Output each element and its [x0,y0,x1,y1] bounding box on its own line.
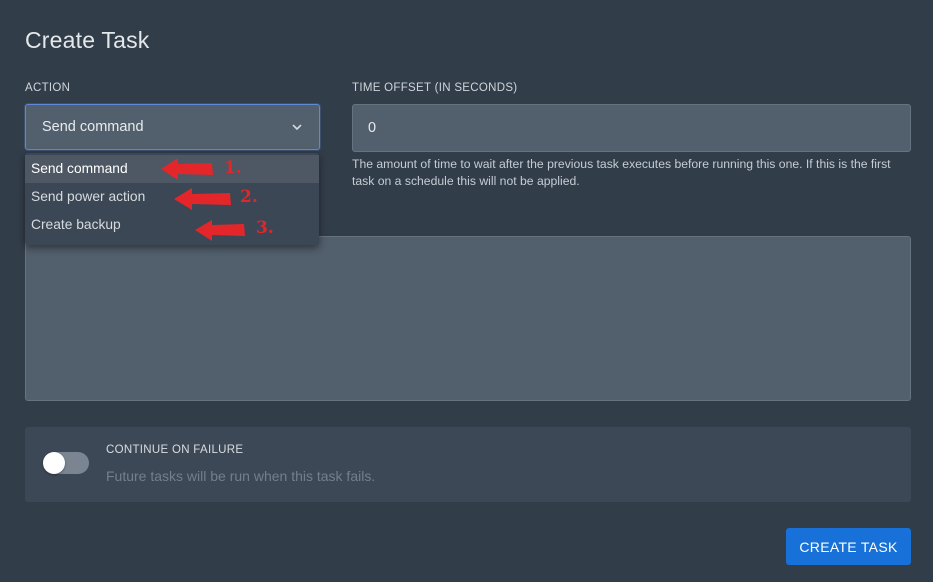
continue-on-failure-label: CONTINUE ON FAILURE [106,444,244,456]
page-title: Create Task [25,27,150,53]
continue-on-failure-panel: CONTINUE ON FAILURE Future tasks will be… [25,427,911,502]
create-task-button[interactable]: CREATE TASK [786,528,911,565]
continue-on-failure-description: Future tasks will be run when this task … [106,468,376,484]
annotation-number-3: 3. [256,218,274,238]
annotation-number-1: 1. [224,158,242,178]
payload-textarea[interactable] [25,236,911,401]
time-offset-input[interactable] [352,104,911,152]
time-offset-label: TIME OFFSET (IN SECONDS) [352,82,518,94]
chevron-down-icon [292,124,302,130]
dropdown-option-send-command[interactable]: Send command [25,155,319,183]
toggle-knob [43,452,65,474]
time-offset-help: The amount of time to wait after the pre… [352,157,891,188]
action-select[interactable]: Send command [25,104,320,150]
action-dropdown-menu: Send command Send power action Create ba… [25,153,319,245]
dropdown-option-send-power-action[interactable]: Send power action [25,183,319,211]
annotation-number-2: 2. [240,187,258,207]
dropdown-option-create-backup[interactable]: Create backup [25,211,319,239]
action-select-value: Send command [42,119,144,135]
continue-on-failure-toggle[interactable] [43,452,89,474]
action-label: ACTION [25,82,71,94]
